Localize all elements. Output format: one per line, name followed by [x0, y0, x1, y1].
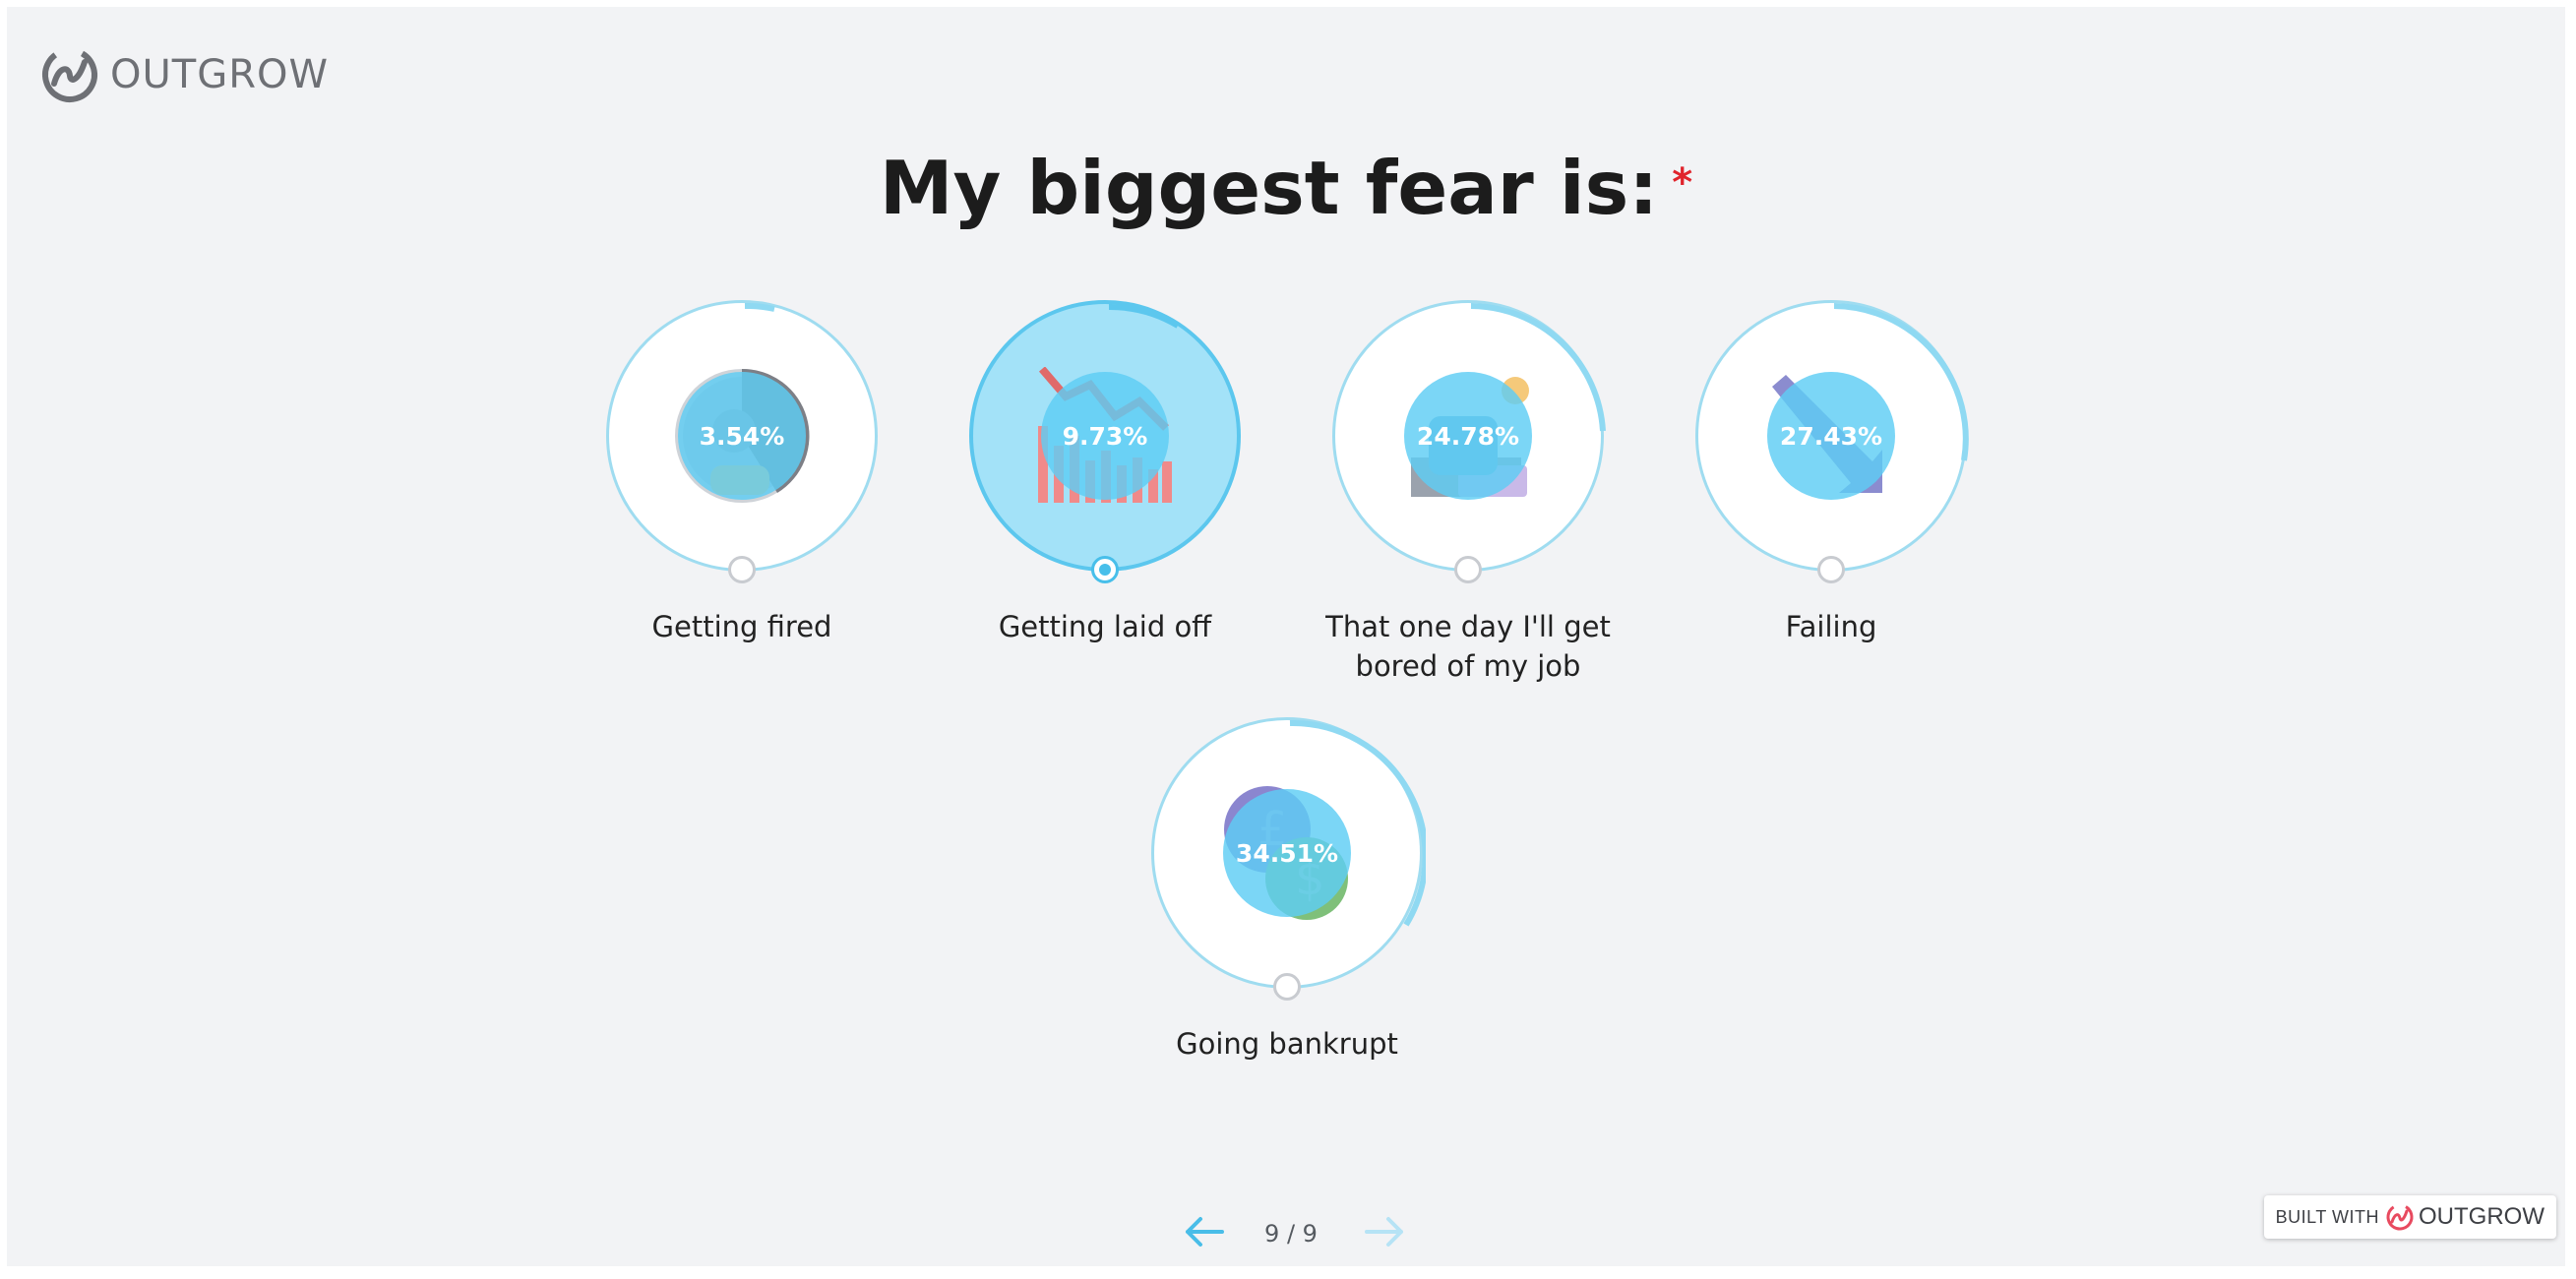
option-label: Getting fired: [651, 610, 832, 643]
outgrow-mini-logo-icon: [2386, 1203, 2414, 1231]
declining-bar-chart-icon: 9.73%: [1036, 366, 1174, 505]
next-button[interactable]: [1363, 1215, 1406, 1252]
built-with-text: BUILT WITH: [2275, 1206, 2380, 1227]
option-label: Getting laid off: [998, 610, 1212, 643]
outgrow-logo[interactable]: OUTGROW: [39, 44, 329, 105]
vote-percentage: 27.43%: [1767, 372, 1895, 500]
question-title: My biggest fear is: *: [7, 145, 2565, 231]
page-indicator: 9 / 9: [1264, 1220, 1318, 1248]
previous-button[interactable]: [1183, 1215, 1226, 1252]
option-label: That one day I'll get bored of my job: [1325, 610, 1611, 683]
option-label: Going bankrupt: [1176, 1027, 1398, 1061]
option-ring[interactable]: 3.54%: [606, 300, 878, 572]
built-with-outgrow-badge[interactable]: BUILT WITH OUTGROW: [2263, 1195, 2556, 1239]
outgrow-logo-icon: [42, 47, 97, 102]
arrow-left-icon: [1186, 1217, 1224, 1247]
option-radio[interactable]: [728, 556, 756, 583]
option-ring[interactable]: £ $ 34.51%: [1151, 717, 1426, 989]
option-radio[interactable]: [1817, 556, 1845, 583]
sleeping-at-desk-icon: 24.78%: [1399, 367, 1537, 505]
person-icon: 3.54%: [673, 367, 811, 505]
required-marker: *: [1672, 160, 1693, 206]
option-label: Failing: [1785, 610, 1877, 643]
vote-percentage: 9.73%: [1041, 372, 1169, 500]
downward-arrow-icon: 27.43%: [1762, 367, 1900, 505]
logo-text: OUTGROW: [110, 52, 330, 97]
question-text: My biggest fear is:: [879, 145, 1659, 231]
vote-percentage: 24.78%: [1404, 372, 1532, 500]
option-radio[interactable]: [1091, 556, 1119, 583]
pagination: 9 / 9: [7, 1215, 2565, 1254]
built-with-brand: OUTGROW: [2419, 1203, 2545, 1230]
option-ring[interactable]: 24.78%: [1332, 300, 1606, 572]
option-radio[interactable]: [1454, 556, 1482, 583]
vote-percentage: 3.54%: [678, 372, 806, 500]
arrow-right-icon: [1365, 1217, 1403, 1247]
quiz-page: OUTGROW My biggest fear is: * 3.54% Getti…: [7, 7, 2565, 1266]
option-radio[interactable]: [1273, 973, 1301, 1001]
option-ring[interactable]: 27.43%: [1695, 300, 1969, 572]
coins-icon: £ $ 34.51%: [1218, 784, 1356, 922]
option-ring[interactable]: 9.73%: [969, 300, 1241, 572]
vote-percentage: 34.51%: [1223, 789, 1351, 917]
